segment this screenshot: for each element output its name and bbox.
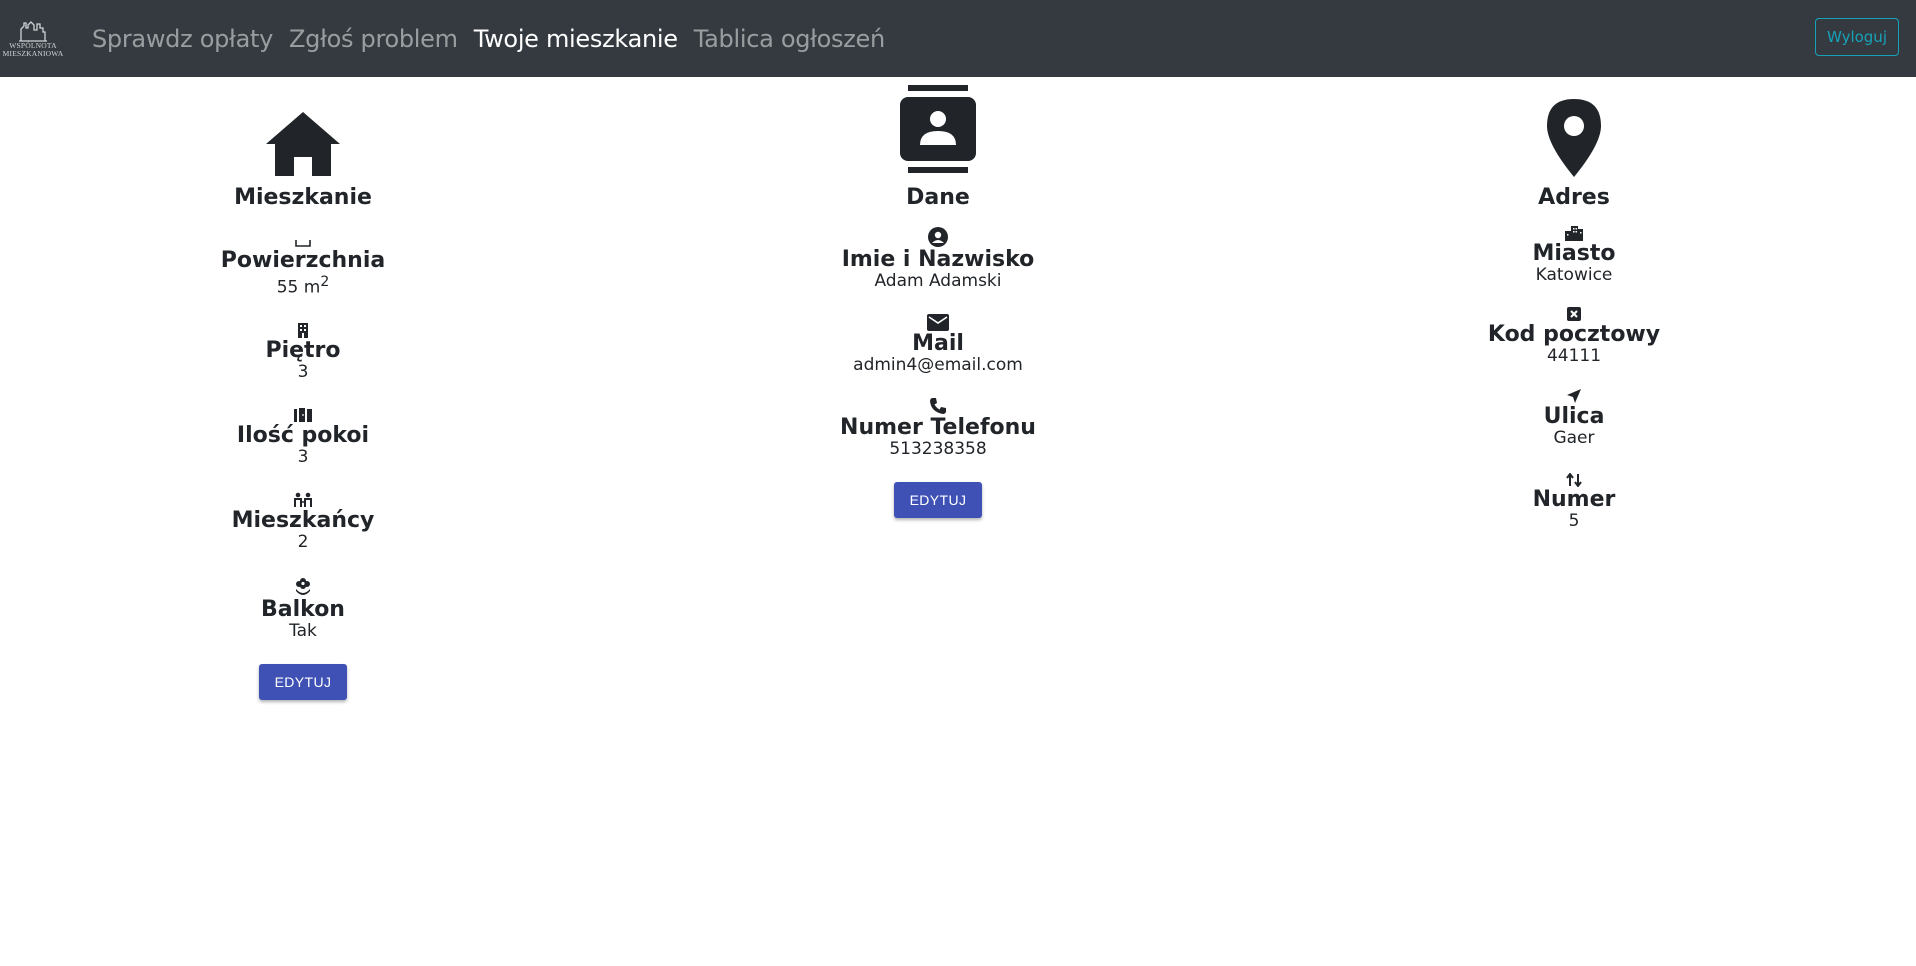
balcony-field: Balkon Tak: [261, 577, 345, 641]
area-field: Powierzchnia 55 m2: [221, 228, 385, 298]
nav-link-tablica[interactable]: Tablica ogłoszeń: [694, 25, 886, 53]
building-logo-icon: [19, 20, 47, 42]
city-icon: [1564, 221, 1584, 241]
postal-code-label: Kod pocztowy: [1487, 322, 1661, 347]
fullname-field: Imie i Nazwisko Adam Adamski: [841, 227, 1035, 291]
floor-field: Piętro 3: [265, 318, 341, 382]
mail-label: Mail: [912, 331, 964, 356]
rooms-label: Ilość pokoi: [236, 422, 370, 448]
edit-apartment-button[interactable]: EDYTUJ: [258, 663, 348, 700]
address-section: Adres Miasto Katowice Kod pocztowy 44111…: [1424, 77, 1724, 531]
house-icon: [265, 77, 341, 177]
postal-code-value: 44111: [1546, 346, 1602, 366]
mail-value: admin4@email.com: [853, 355, 1023, 375]
postal-code-field: Kod pocztowy 44111: [1488, 302, 1660, 366]
personal-data-title: Dane: [906, 185, 970, 210]
area-icon: [295, 228, 311, 248]
residents-label: Mieszkańcy: [231, 507, 375, 533]
top-navbar: WSPÓLNOTA MIESZKANIOWA Sprawdz opłaty Zg…: [0, 0, 1916, 77]
rooms-value: 3: [297, 446, 309, 467]
floor-label: Piętro: [265, 337, 341, 363]
brand-line-2: MIESZKANIOWA: [2, 48, 64, 58]
phone-icon: [929, 395, 947, 415]
nav-link-oplaty[interactable]: Sprawdz opłaty: [92, 25, 273, 53]
contact-card-icon: [900, 77, 976, 177]
mail-field: Mail admin4@email.com: [853, 311, 1023, 375]
balcony-value: Tak: [289, 620, 317, 641]
street-value: Gaer: [1553, 428, 1595, 448]
fullname-label: Imie i Nazwisko: [841, 247, 1035, 272]
residents-value: 2: [297, 531, 309, 552]
navigation-arrow-icon: [1566, 384, 1582, 404]
floor-value: 3: [297, 361, 309, 382]
number-icon: [1566, 467, 1582, 487]
logout-button[interactable]: Wyloguj: [1815, 18, 1899, 56]
phone-value: 513238358: [889, 439, 987, 459]
phone-field: Numer Telefonu 513238358: [840, 395, 1036, 459]
door-icon: [293, 403, 313, 423]
flower-icon: [294, 577, 312, 597]
postal-code-icon: [1566, 302, 1582, 322]
building-icon: [297, 318, 309, 338]
street-label: Ulica: [1543, 404, 1605, 429]
house-number-field: Numer 5: [1532, 467, 1616, 531]
address-title: Adres: [1538, 185, 1610, 210]
brand-logo[interactable]: WSPÓLNOTA MIESZKANIOWA: [0, 8, 66, 70]
people-icon: [293, 488, 313, 508]
area-label: Powierzchnia: [220, 248, 386, 273]
area-value: 55 m2: [276, 274, 330, 298]
balcony-label: Balkon: [261, 596, 345, 622]
mail-icon: [927, 311, 949, 331]
location-pin-icon: [1547, 77, 1601, 177]
edit-personal-data-button[interactable]: EDYTUJ: [893, 482, 983, 518]
nav-links: Sprawdz opłaty Zgłoś problem Twoje miesz…: [92, 25, 901, 53]
fullname-value: Adam Adamski: [874, 271, 1002, 291]
city-label: Miasto: [1532, 241, 1616, 266]
phone-label: Numer Telefonu: [840, 415, 1036, 440]
house-number-label: Numer: [1532, 487, 1616, 512]
personal-data-section: Dane Imie i Nazwisko Adam Adamski Mail a…: [788, 77, 1088, 518]
street-field: Ulica Gaer: [1543, 384, 1605, 448]
nav-link-mieszkanie[interactable]: Twoje mieszkanie: [474, 25, 678, 53]
account-circle-icon: [927, 227, 948, 247]
area-unit-sup: 2: [320, 274, 330, 290]
house-number-value: 5: [1568, 511, 1580, 531]
rooms-field: Ilość pokoi 3: [237, 403, 369, 467]
city-field: Miasto Katowice: [1532, 221, 1616, 285]
apartment-title: Mieszkanie: [234, 185, 372, 210]
city-value: Katowice: [1535, 265, 1613, 285]
nav-link-problem[interactable]: Zgłoś problem: [289, 25, 458, 53]
residents-field: Mieszkańcy 2: [231, 488, 375, 552]
apartment-section: Mieszkanie Powierzchnia 55 m2 Piętro 3 I…: [153, 77, 453, 700]
